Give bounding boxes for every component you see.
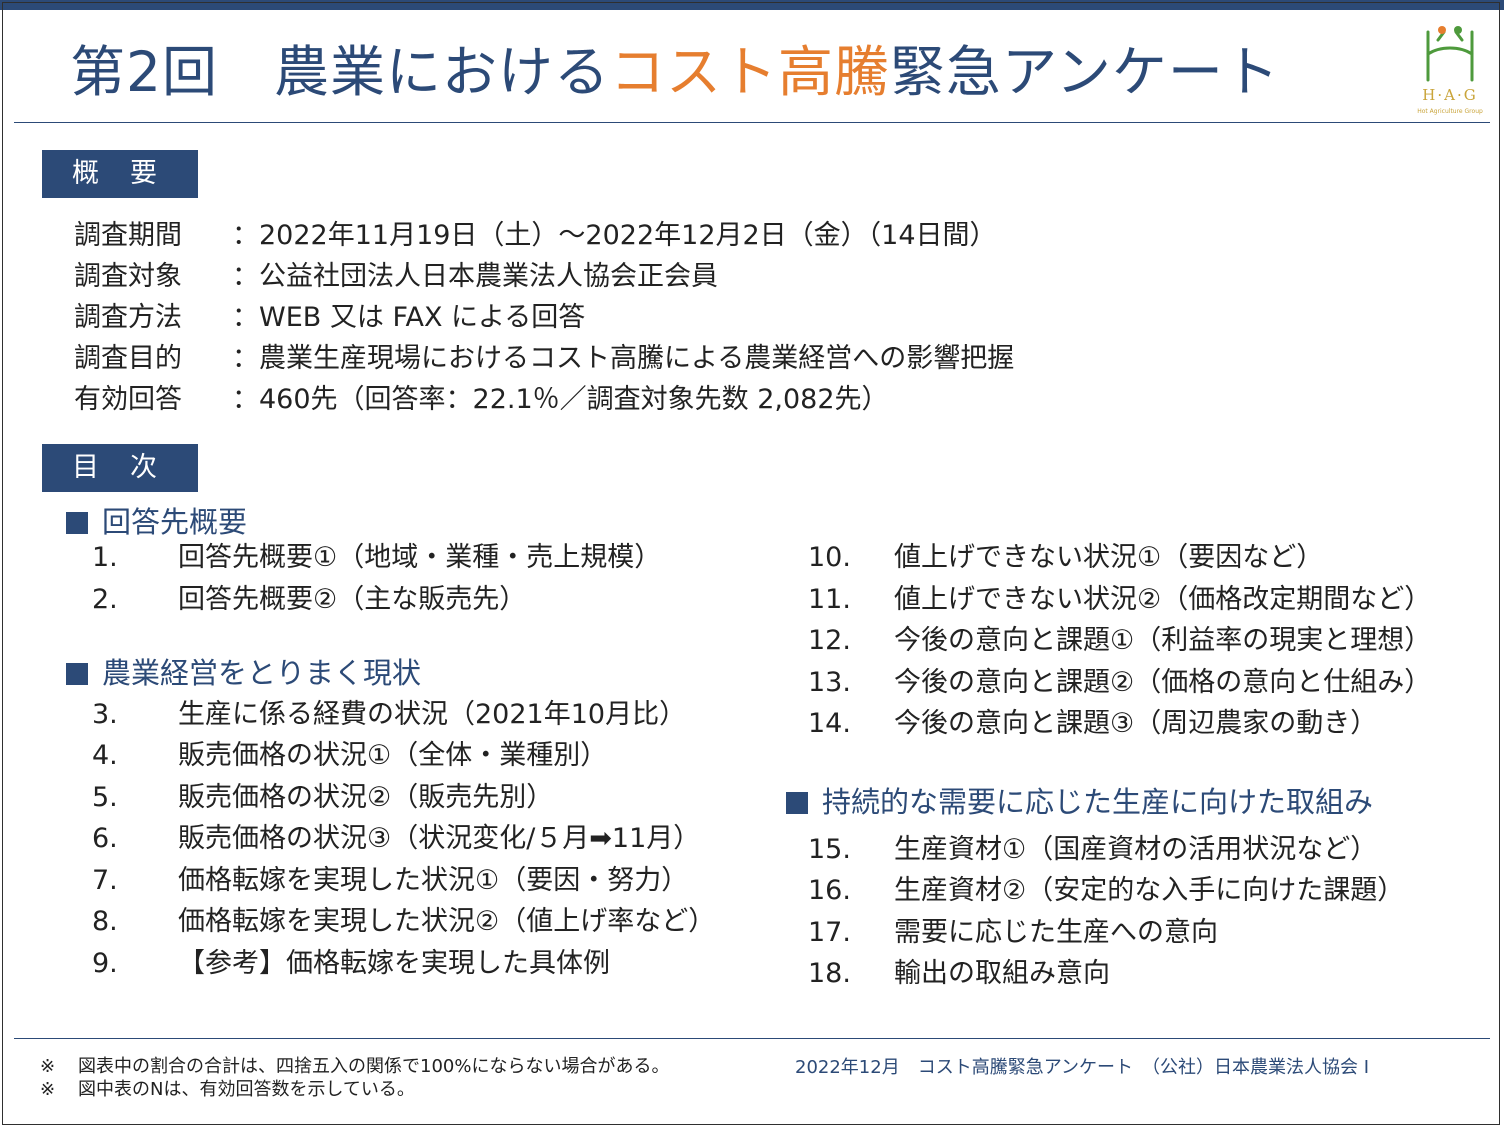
toc-item: 5. 販売価格の状況②（販売先別） (92, 782, 554, 813)
overview-value: ：460先（回答率：22.1％／調査対象先数 2,082先） (232, 384, 889, 415)
title-accent: コスト高騰 (610, 40, 891, 104)
logo-letters: H·A·G (1422, 86, 1478, 104)
title-part1: 農業における (274, 40, 611, 104)
toc-item: 8. 価格転嫁を実現した状況②（値上げ率など） (92, 906, 716, 937)
toc-item: 9. 【参考】価格転嫁を実現した具体例 (92, 948, 610, 979)
overview-label: 概 要 (42, 150, 198, 198)
toc-item: 2. 回答先概要②（主な販売先） (92, 584, 527, 615)
square-bullet-icon (66, 663, 88, 685)
overview-value: ：2022年11月19日（土）～2022年12月2日（金）（14日間） (232, 220, 997, 251)
overview-row: 調査対象 ：公益社団法人日本農業法人協会正会員 (74, 257, 718, 297)
overview-value: ：WEB 又は FAX による回答 (232, 302, 586, 333)
footnote: ※ 図中表のNは、有効回答数を示している。 (40, 1079, 415, 1100)
toc-item: 6. 販売価格の状況③（状況変化/５月➡11月） (92, 823, 701, 854)
toc-item: 3. 生産に係る経費の状況（2021年10月比） (92, 699, 687, 730)
toc-item: 4. 販売価格の状況①（全体・業種別） (92, 740, 608, 771)
toc-item: 11. 値上げできない状況②（価格改定期間など） (808, 584, 1432, 615)
overview-value: ：農業生産現場におけるコスト高騰による農業経営への影響把握 (232, 343, 1015, 374)
toc-item: 7. 価格転嫁を実現した状況①（要因・努力） (92, 865, 689, 896)
title-prefix: 第2回 (70, 40, 218, 104)
square-bullet-icon (786, 792, 808, 814)
toc-item: 13. 今後の意向と課題②（価格の意向と仕組み） (808, 667, 1432, 698)
toc-item: 16. 生産資材②（安定的な入手に向けた課題） (808, 875, 1405, 906)
toc-group-heading: 持続的な需要に応じた生産に向けた取組み (786, 782, 1373, 822)
square-bullet-icon (66, 512, 88, 534)
footer-divider (14, 1038, 1490, 1039)
title-part2: 緊急アンケート (890, 40, 1280, 104)
footnote: ※ 図表中の割合の合計は、四捨五入の関係で100%にならない場合がある。 (40, 1056, 670, 1077)
logo-figures-icon (1426, 26, 1474, 82)
overview-row: 調査期間 ：2022年11月19日（土）～2022年12月2日（金）（14日間） (74, 216, 997, 256)
logo-subtitle: Hot Agriculture Group (1417, 108, 1483, 115)
overview-key: 調査目的 (74, 343, 182, 374)
toc-item: 12. 今後の意向と課題①（利益率の現実と理想） (808, 625, 1432, 656)
overview-row: 有効回答 ：460先（回答率：22.1％／調査対象先数 2,082先） (74, 380, 889, 420)
overview-row: 調査方法 ：WEB 又は FAX による回答 (74, 298, 585, 338)
toc-item: 17. 需要に応じた生産への意向 (808, 917, 1218, 948)
overview-key: 調査期間 (74, 220, 182, 251)
toc-label: 目 次 (42, 444, 198, 492)
overview-key: 調査対象 (74, 261, 182, 292)
footer-text: 2022年12月 コスト高騰緊急アンケート （公社）日本農業法人協会 I (795, 1057, 1370, 1078)
page-title: 第2回 農業におけるコスト高騰緊急アンケート (70, 32, 1280, 112)
title-divider (14, 122, 1490, 123)
toc-group-heading: 農業経営をとりまく現状 (66, 653, 421, 693)
toc-item: 1. 回答先概要①（地域・業種・売上規模） (92, 542, 662, 573)
overview-value: ：公益社団法人日本農業法人協会正会員 (232, 261, 718, 292)
toc-item: 10. 値上げできない状況①（要因など） (808, 542, 1324, 573)
toc-item: 15. 生産資材①（国産資材の活用状況など） (808, 834, 1378, 865)
toc-item: 18. 輸出の取組み意向 (808, 958, 1110, 989)
hag-logo: H·A·G Hot Agriculture Group (1410, 24, 1490, 120)
overview-key: 調査方法 (74, 302, 182, 333)
overview-row: 調査目的 ：農業生産現場におけるコスト高騰による農業経営への影響把握 (74, 339, 1014, 379)
toc-group-heading: 回答先概要 (66, 502, 247, 542)
overview-key: 有効回答 (74, 384, 182, 415)
toc-item: 14. 今後の意向と課題③（周辺農家の動き） (808, 708, 1378, 739)
